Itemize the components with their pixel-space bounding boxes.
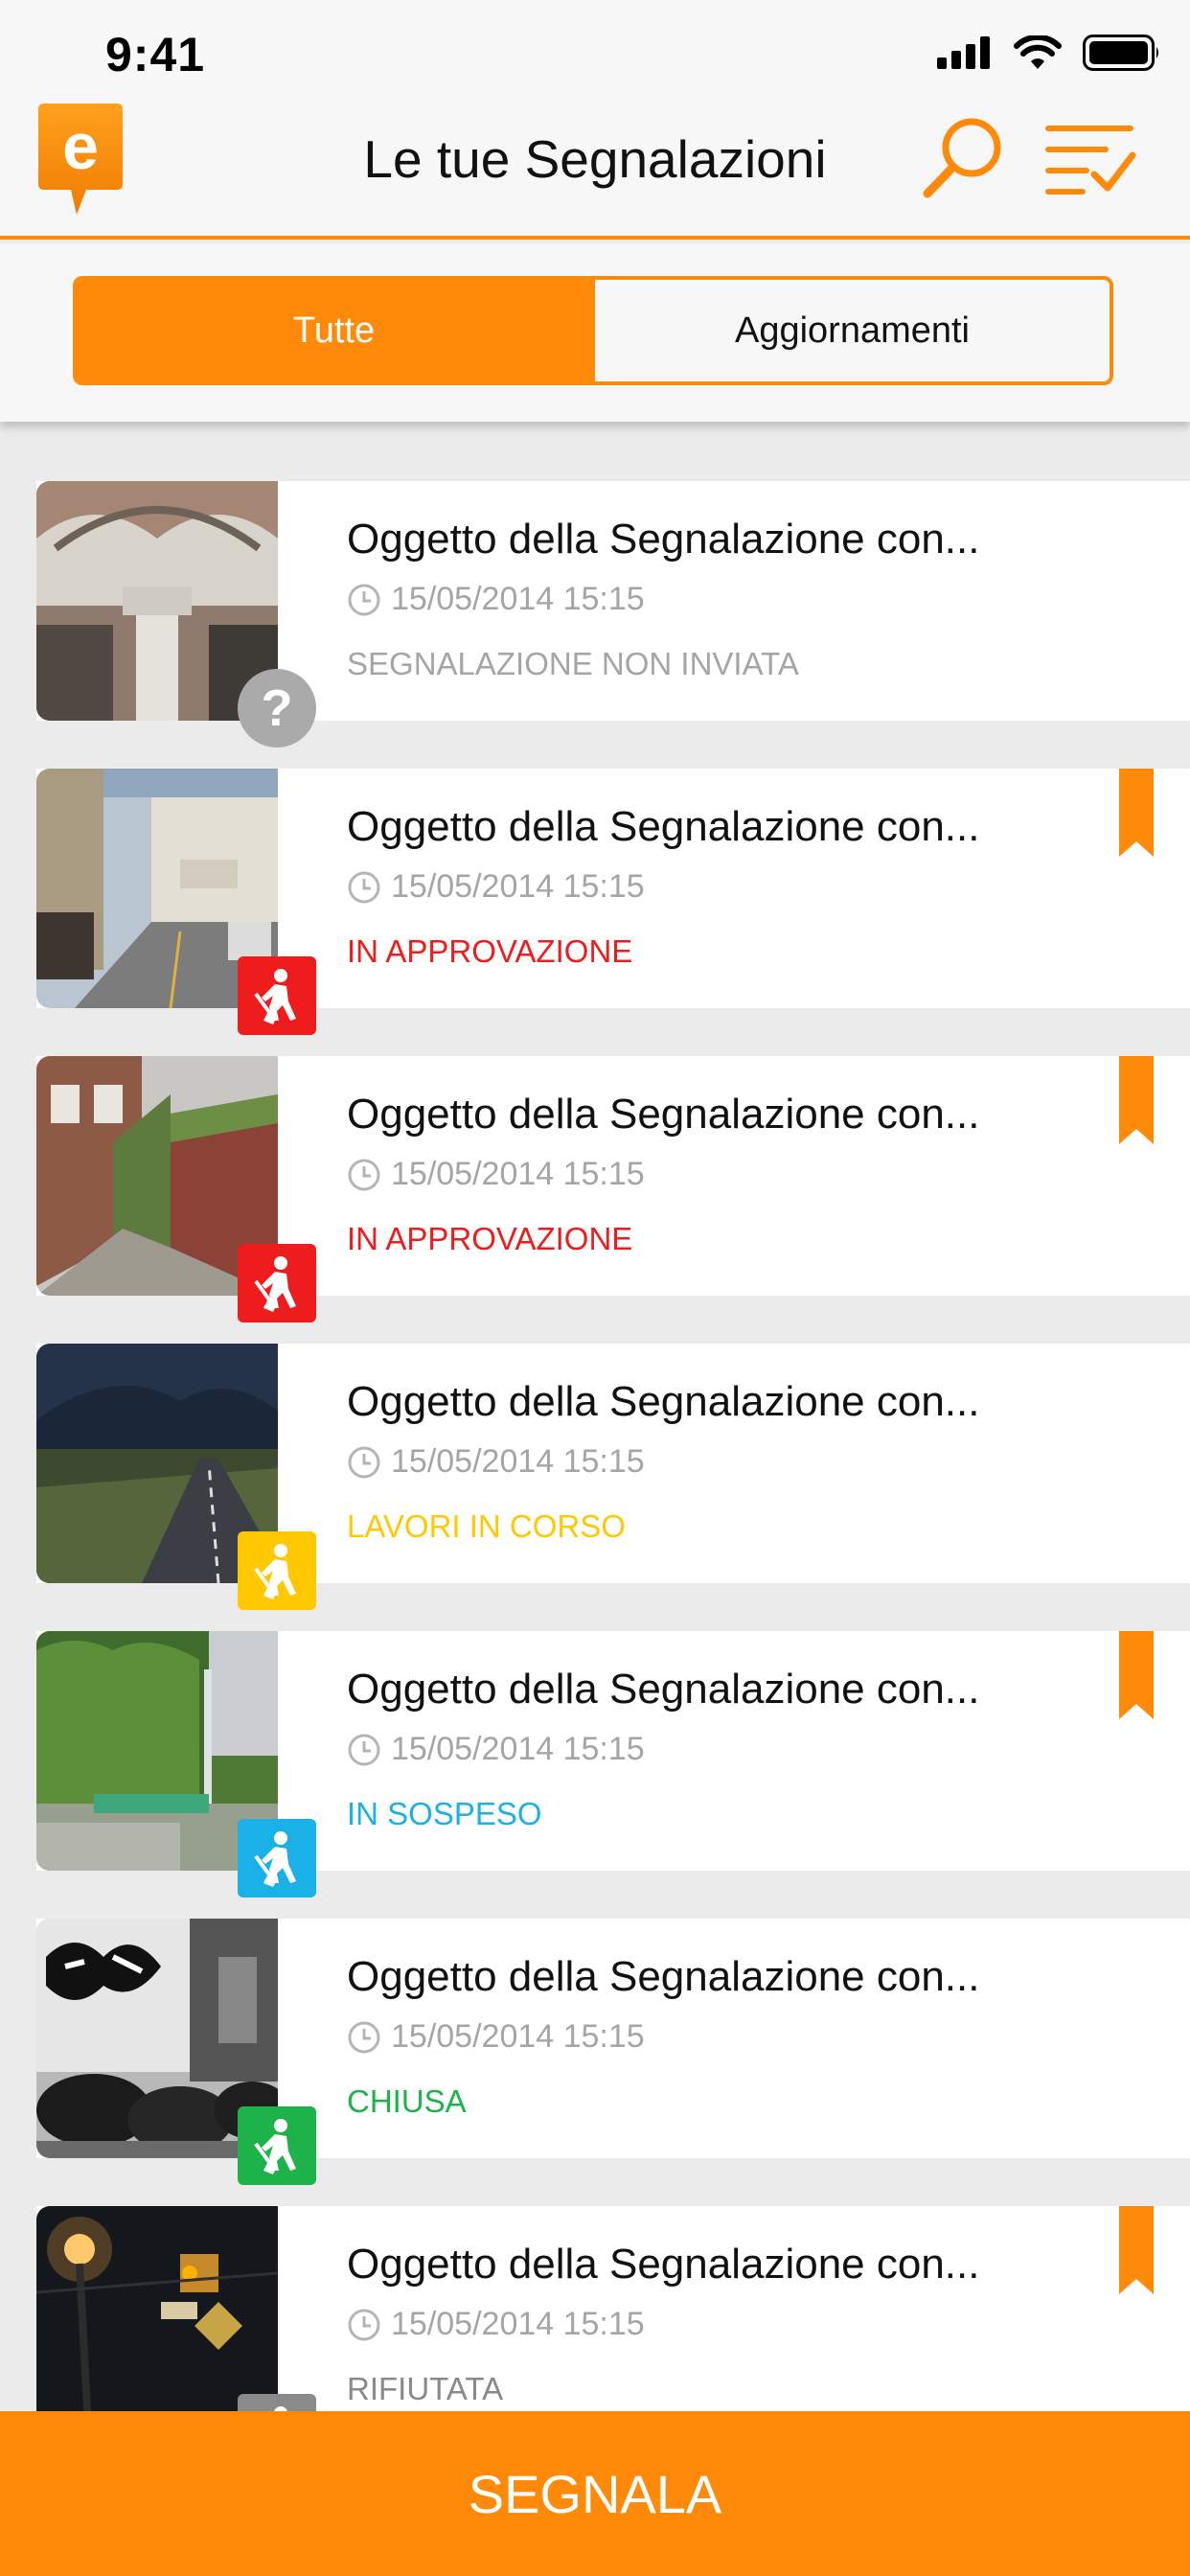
report-row[interactable]: Oggetto della Segnalazione con... 15/05/… [36, 1919, 1190, 2185]
clock-icon [348, 2309, 380, 2340]
report-timestamp-text: 15/05/2014 15:15 [391, 868, 645, 905]
search-icon [923, 118, 1001, 198]
report-status: RIFIUTATA [347, 2371, 504, 2406]
report-status: IN APPROVAZIONE [347, 933, 633, 969]
worker-shovel-icon [254, 1256, 296, 1312]
report-timestamp: 15/05/2014 15:15 [347, 1731, 645, 1768]
report-status: CHIUSA [347, 2083, 467, 2119]
status-badge-question: ? [238, 669, 316, 748]
report-timestamp-text: 15/05/2014 15:15 [391, 1731, 645, 1767]
status-badge-worker [238, 1819, 316, 1898]
cellular-signal-icon [937, 36, 990, 69]
report-status: IN SOSPESO [347, 1796, 542, 1831]
battery-icon [1083, 34, 1158, 71]
report-title: Oggetto della Segnalazione con... [347, 2241, 980, 2288]
report-title: Oggetto della Segnalazione con... [347, 1953, 980, 2000]
status-bar: 9:41 [0, 0, 1190, 96]
checklist-filter-icon [1045, 126, 1136, 195]
clock-icon [348, 2021, 380, 2053]
report-timestamp: 15/05/2014 15:15 [347, 1443, 645, 1481]
clock-icon [348, 1446, 380, 1478]
report-timestamp-text: 15/05/2014 15:15 [391, 1156, 645, 1192]
report-row[interactable]: Oggetto della Segnalazione con... 15/05/… [36, 2206, 1190, 2411]
status-badge-worker [238, 2106, 316, 2185]
tab-all[interactable]: Tutte [77, 280, 591, 381]
clock-icon [348, 1734, 380, 1765]
bookmark-icon[interactable] [1119, 1631, 1154, 1719]
page-title: Le tue Segnalazioni [363, 129, 827, 189]
status-badge-worker [238, 1244, 316, 1322]
report-timestamp-text: 15/05/2014 15:15 [391, 2306, 645, 2342]
report-title: Oggetto della Segnalazione con... [347, 1378, 980, 1425]
bookmark-icon[interactable] [1119, 2206, 1154, 2294]
report-timestamp-text: 15/05/2014 15:15 [391, 1443, 645, 1480]
report-timestamp: 15/05/2014 15:15 [347, 2306, 645, 2343]
clock-icon [348, 584, 380, 615]
bookmark-icon[interactable] [1119, 769, 1154, 857]
report-timestamp: 15/05/2014 15:15 [347, 868, 645, 906]
report-title: Oggetto della Segnalazione con... [347, 803, 980, 850]
navigation-bar: e Le tue Segnalazioni [0, 96, 1190, 240]
report-row[interactable]: ? Oggetto della Segnalazione con... 15/0… [36, 481, 1190, 748]
clock-icon [348, 1159, 380, 1190]
report-timestamp-text: 15/05/2014 15:15 [391, 2018, 645, 2055]
status-icons [937, 34, 1161, 71]
segmented-control: Tutte Aggiornamenti [73, 276, 1113, 385]
report-photo [36, 481, 278, 721]
filter-button[interactable] [1044, 119, 1136, 199]
report-title: Oggetto della Segnalazione con... [347, 516, 980, 563]
worker-shovel-icon [274, 2406, 287, 2411]
report-row[interactable]: Oggetto della Segnalazione con... 15/05/… [36, 1344, 1190, 1610]
clock-icon [348, 871, 380, 903]
report-status: LAVORI IN CORSO [347, 1508, 626, 1544]
worker-shovel-icon [254, 2119, 296, 2174]
tab-updates[interactable]: Aggiornamenti [591, 280, 1110, 381]
report-status: SEGNALAZIONE NON INVIATA [347, 646, 799, 681]
report-row[interactable]: Oggetto della Segnalazione con... 15/05/… [36, 1631, 1190, 1898]
report-photo [36, 2206, 278, 2411]
bookmark-icon[interactable] [1119, 1056, 1154, 1144]
status-time: 9:41 [105, 28, 206, 81]
report-status: IN APPROVAZIONE [347, 1221, 633, 1256]
wifi-icon [1014, 35, 1062, 69]
report-timestamp: 15/05/2014 15:15 [347, 1156, 645, 1193]
worker-shovel-icon [254, 969, 296, 1024]
status-badge-worker [238, 2394, 316, 2411]
report-title: Oggetto della Segnalazione con... [347, 1091, 980, 1138]
report-row[interactable]: Oggetto della Segnalazione con... 15/05/… [36, 1056, 1190, 1322]
status-badge-worker [238, 1531, 316, 1610]
worker-shovel-icon [254, 1831, 296, 1887]
tab-bar-area: Tutte Aggiornamenti [0, 243, 1190, 422]
reports-list[interactable]: ? Oggetto della Segnalazione con... 15/0… [0, 422, 1190, 2411]
search-button[interactable] [920, 113, 1008, 201]
worker-shovel-icon [254, 1544, 296, 1599]
report-row[interactable]: Oggetto della Segnalazione con... 15/05/… [36, 769, 1190, 1035]
report-timestamp: 15/05/2014 15:15 [347, 2018, 645, 2056]
report-title: Oggetto della Segnalazione con... [347, 1666, 980, 1713]
segnala-button[interactable]: SEGNALA [0, 2411, 1190, 2576]
report-timestamp-text: 15/05/2014 15:15 [391, 581, 645, 617]
report-timestamp: 15/05/2014 15:15 [347, 581, 645, 618]
status-badge-worker [238, 956, 316, 1035]
